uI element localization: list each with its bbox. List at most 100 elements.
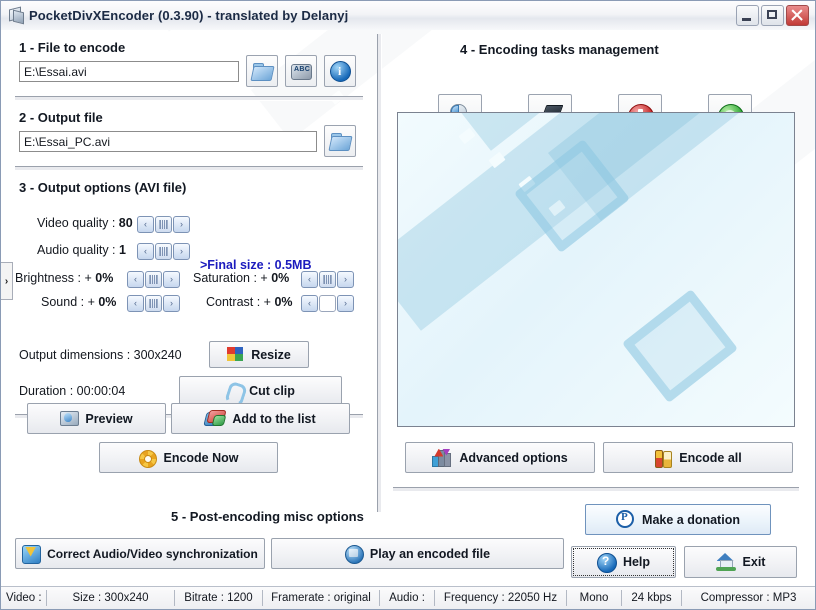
saturation-value: 0%	[271, 271, 289, 285]
application-window: PocketDivXEncoder (0.3.90) - translated …	[0, 0, 816, 610]
status-bar: Video : Size : 300x240 Bitrate : 1200 Fr…	[1, 586, 815, 609]
section3-title: 3 - Output options (AVI file)	[19, 180, 186, 195]
info-icon: i	[330, 61, 350, 81]
audio-quality-track[interactable]	[155, 243, 172, 260]
preview-button-label: Preview	[85, 412, 132, 426]
video-quality-decrease-button[interactable]: ‹	[137, 216, 154, 233]
folder-icon	[330, 133, 350, 150]
divider-4	[393, 487, 799, 492]
make-donation-button-label: Make a donation	[642, 513, 740, 527]
cut-clip-button[interactable]: Cut clip	[179, 376, 342, 406]
client-area: › 1 - File to encode ABC i 2 - Output fi…	[1, 30, 815, 587]
encode-now-button-label: Encode Now	[163, 451, 238, 465]
sound-label-text: Sound : +	[41, 295, 95, 309]
status-cell-video: Video :	[1, 590, 47, 606]
sound-increase-button[interactable]: ›	[163, 295, 180, 312]
resize-icon	[227, 347, 244, 362]
contrast-slider[interactable]: ‹ ›	[301, 295, 355, 312]
window-title: PocketDivXEncoder (0.3.90) - translated …	[29, 8, 348, 23]
saturation-slider[interactable]: ‹ ›	[301, 271, 355, 288]
correct-av-sync-button[interactable]: Correct Audio/Video synchronization	[15, 538, 265, 569]
window-controls	[736, 5, 815, 26]
chart-icon	[432, 449, 452, 467]
status-cell-frequency: Frequency : 22050 Hz	[435, 590, 567, 606]
brightness-increase-button[interactable]: ›	[163, 271, 180, 288]
add-to-list-button-label: Add to the list	[232, 412, 315, 426]
app-cube-icon	[7, 7, 24, 24]
subtitle-button[interactable]: ABC	[285, 55, 317, 87]
gear-icon	[138, 449, 156, 467]
play-icon	[345, 545, 363, 563]
make-donation-button[interactable]: P Make a donation	[585, 504, 771, 535]
play-encoded-file-button-label: Play an encoded file	[370, 547, 490, 561]
duration-label: Duration : 00:00:04	[19, 384, 125, 398]
abc-icon: ABC	[291, 63, 311, 80]
audio-quality-increase-button[interactable]: ›	[173, 243, 190, 260]
brightness-slider[interactable]: ‹ ›	[127, 271, 181, 288]
output-file-input[interactable]	[19, 131, 317, 152]
sound-track[interactable]	[145, 295, 162, 312]
brightness-label: Brightness : + 0%	[15, 271, 113, 285]
contrast-value: 0%	[274, 295, 292, 309]
encode-all-icon	[654, 449, 672, 467]
maximize-button[interactable]	[761, 5, 784, 26]
status-cell-compressor: Compressor : MP3	[682, 590, 815, 606]
help-button[interactable]: ? Help	[571, 546, 676, 578]
divider-1	[15, 96, 363, 101]
final-size-label: >Final size : 0.5MB	[200, 258, 312, 272]
paypal-icon: P	[616, 510, 635, 529]
add-to-list-button[interactable]: Add to the list	[171, 403, 350, 434]
play-encoded-file-button[interactable]: Play an encoded file	[271, 538, 564, 569]
browse-file-button[interactable]	[246, 55, 278, 87]
info-button[interactable]: i	[324, 55, 356, 87]
minimize-button[interactable]	[736, 5, 759, 26]
encode-all-button-label: Encode all	[679, 451, 742, 465]
file-to-encode-input[interactable]	[19, 61, 239, 82]
cut-clip-button-label: Cut clip	[249, 384, 295, 398]
video-quality-slider[interactable]: ‹ ›	[137, 216, 191, 233]
brightness-value: 0%	[95, 271, 113, 285]
status-cell-audio-bitrate: 24 kbps	[622, 590, 682, 606]
saturation-label-text: Saturation : +	[193, 271, 268, 285]
video-quality-label-text: Video quality :	[37, 216, 115, 230]
panel-expander-button[interactable]: ›	[1, 262, 13, 300]
folder-icon	[252, 63, 272, 80]
sound-label: Sound : + 0%	[41, 295, 116, 309]
status-cell-framerate: Framerate : original	[263, 590, 380, 606]
encode-all-button[interactable]: Encode all	[603, 442, 793, 473]
help-button-label: Help	[623, 555, 650, 569]
close-button[interactable]	[786, 5, 809, 26]
browse-output-button[interactable]	[324, 125, 356, 157]
audio-quality-value: 1	[119, 243, 126, 257]
contrast-increase-button[interactable]: ›	[337, 295, 354, 312]
encode-now-button[interactable]: Encode Now	[99, 442, 278, 473]
contrast-decrease-button[interactable]: ‹	[301, 295, 318, 312]
contrast-label: Contrast : + 0%	[206, 295, 293, 309]
sound-slider[interactable]: ‹ ›	[127, 295, 181, 312]
exit-button-label: Exit	[743, 555, 766, 569]
video-quality-value: 80	[119, 216, 133, 230]
cut-clip-icon	[226, 383, 242, 400]
brightness-track[interactable]	[145, 271, 162, 288]
exit-button[interactable]: Exit	[684, 546, 797, 578]
task-list-panel[interactable]	[397, 112, 795, 427]
preview-icon	[60, 410, 78, 427]
column-divider	[377, 34, 382, 512]
sound-value: 0%	[98, 295, 116, 309]
advanced-options-button[interactable]: Advanced options	[405, 442, 595, 473]
contrast-track[interactable]	[319, 295, 336, 312]
status-cell-bitrate: Bitrate : 1200	[175, 590, 263, 606]
resize-button[interactable]: Resize	[209, 341, 309, 368]
resize-button-label: Resize	[251, 348, 291, 362]
audio-quality-decrease-button[interactable]: ‹	[137, 243, 154, 260]
saturation-track[interactable]	[319, 271, 336, 288]
audio-quality-slider[interactable]: ‹ ›	[137, 243, 191, 260]
preview-button[interactable]: Preview	[27, 403, 166, 434]
brightness-decrease-button[interactable]: ‹	[127, 271, 144, 288]
video-quality-increase-button[interactable]: ›	[173, 216, 190, 233]
video-quality-track[interactable]	[155, 216, 172, 233]
sound-decrease-button[interactable]: ‹	[127, 295, 144, 312]
saturation-decrease-button[interactable]: ‹	[301, 271, 318, 288]
add-to-list-icon	[205, 410, 225, 427]
saturation-increase-button[interactable]: ›	[337, 271, 354, 288]
